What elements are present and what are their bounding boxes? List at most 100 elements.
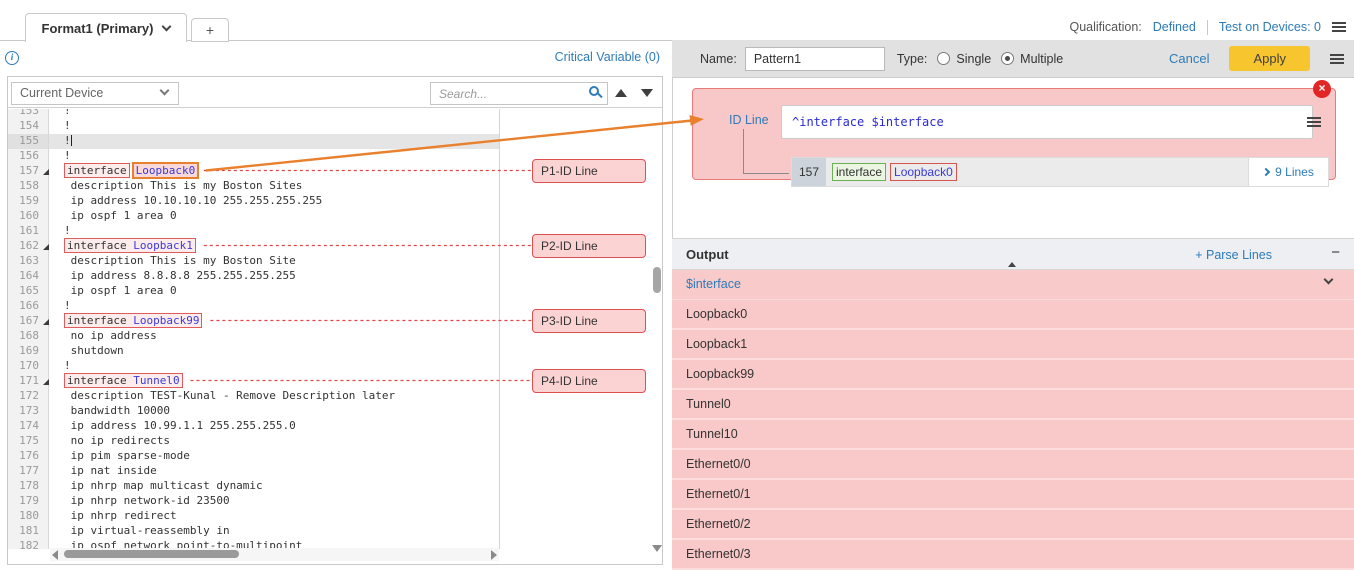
qualification-value-link[interactable]: Defined (1153, 20, 1196, 34)
output-variable-row[interactable]: $interface (672, 270, 1354, 300)
code-text: ip nhrp network-id 23500 (49, 494, 499, 509)
output-title: Output (686, 247, 729, 262)
line-number: 155 (8, 134, 49, 149)
code-text: ip address 10.10.10.10 255.255.255.255 (49, 194, 499, 209)
fold-marker-icon[interactable] (43, 244, 49, 250)
chevron-down-icon (160, 86, 170, 96)
code-text: ! (49, 149, 499, 164)
expression-menu-icon[interactable] (1307, 117, 1321, 127)
code-line[interactable]: 169 shutdown (8, 344, 662, 359)
value-chip: Loopback0 (890, 163, 957, 181)
device-selector[interactable]: Current Device (11, 82, 179, 105)
scroll-right-arrow[interactable] (491, 550, 497, 560)
output-value-row: Loopback99 (672, 360, 1354, 390)
search-icon[interactable] (589, 86, 599, 96)
code-line[interactable]: 165 ip ospf 1 area 0 (8, 284, 662, 299)
line-number: 164 (8, 269, 49, 284)
pattern-badge[interactable]: P2-ID Line (532, 234, 646, 258)
code-text: ! (49, 224, 499, 239)
code-line[interactable]: 174 ip address 10.99.1.1 255.255.255.0 (8, 419, 662, 434)
line-number: 178 (8, 479, 49, 494)
code-line[interactable]: 175 no ip redirects (8, 434, 662, 449)
code-line[interactable]: 176 ip pim sparse-mode (8, 449, 662, 464)
parse-lines-button[interactable]: + Parse Lines (1195, 248, 1272, 262)
code-text: ip ospf 1 area 0 (49, 284, 499, 299)
scroll-down-arrow[interactable] (652, 545, 662, 552)
id-line-expression-input[interactable]: ^interface $interface (781, 105, 1313, 139)
horizontal-scrollbar-thumb[interactable] (64, 550, 239, 558)
line-number: 167 (8, 314, 49, 329)
chevron-down-icon[interactable] (1324, 275, 1334, 285)
search-next-button[interactable] (641, 89, 653, 97)
code-line[interactable]: 177 ip nat inside (8, 464, 662, 479)
collapse-handle-icon[interactable] (1004, 245, 1020, 263)
radio-multiple-label[interactable]: Multiple (1020, 52, 1063, 66)
vertical-scrollbar-thumb[interactable] (653, 267, 661, 293)
pattern-badge[interactable]: P1-ID Line (532, 159, 646, 183)
pattern-badge[interactable]: P4-ID Line (532, 369, 646, 393)
code-line[interactable]: 164 ip address 8.8.8.8 255.255.255.255 (8, 269, 662, 284)
code-text: description This is my Boston Site (49, 254, 499, 269)
radio-single-label[interactable]: Single (956, 52, 991, 66)
expand-lines-link[interactable]: 9 Lines (1248, 158, 1328, 186)
test-on-devices-link[interactable]: Test on Devices: 0 (1219, 20, 1321, 34)
code-line[interactable]: 173 bandwidth 10000 (8, 404, 662, 419)
output-value-row: Tunnel10 (672, 420, 1354, 450)
chevron-down-icon[interactable] (162, 21, 172, 31)
menu-icon[interactable] (1330, 54, 1344, 64)
code-text: ! (49, 359, 499, 374)
code-line[interactable]: 153! (8, 109, 662, 119)
code-text: ip nhrp redirect (49, 509, 499, 524)
cancel-button[interactable]: Cancel (1169, 51, 1209, 66)
code-text: ip pim sparse-mode (49, 449, 499, 464)
line-number: 158 (8, 179, 49, 194)
selected-interface-token[interactable]: Loopback0 (132, 162, 200, 179)
line-number: 154 (8, 119, 49, 134)
fold-marker-icon[interactable] (43, 319, 49, 325)
pattern-toolbar: Name: Type: Single Multiple Cancel Apply (672, 40, 1354, 78)
matched-line-row[interactable]: 157 interface Loopback0 9 Lines (791, 157, 1329, 187)
line-number: 160 (8, 209, 49, 224)
line-number: 162 (8, 239, 49, 254)
code-line[interactable]: 179 ip nhrp network-id 23500 (8, 494, 662, 509)
critical-variable-link[interactable]: Critical Variable (0) (7, 50, 660, 64)
tab-format1[interactable]: Format1 (Primary) (25, 13, 187, 42)
add-tab-button[interactable]: + (191, 18, 229, 42)
code-line[interactable]: 180 ip nhrp redirect (8, 509, 662, 524)
search-input[interactable] (430, 82, 608, 105)
horizontal-scrollbar[interactable] (50, 548, 499, 561)
code-line[interactable]: 181 ip virtual-reassembly in (8, 524, 662, 539)
code-text: ! (49, 134, 499, 149)
radio-multiple[interactable] (1001, 52, 1014, 65)
code-text: ip nhrp map multicast dynamic (49, 479, 499, 494)
apply-button[interactable]: Apply (1229, 46, 1310, 71)
line-number: 180 (8, 509, 49, 524)
line-number: 169 (8, 344, 49, 359)
code-line[interactable]: 154! (8, 119, 662, 134)
line-number: 163 (8, 254, 49, 269)
pattern-badge[interactable]: P3-ID Line (532, 309, 646, 333)
code-text: interface Loopback99 (49, 314, 499, 329)
qualification-bar: Qualification: Defined Test on Devices: … (672, 0, 1354, 40)
menu-icon[interactable] (1332, 22, 1346, 32)
line-number: 161 (8, 224, 49, 239)
code-line[interactable]: 178 ip nhrp map multicast dynamic (8, 479, 662, 494)
code-text: no ip redirects (49, 434, 499, 449)
fold-marker-icon[interactable] (43, 379, 49, 385)
pattern-name-input[interactable] (745, 47, 885, 71)
code-text: description TEST-Kunal - Remove Descript… (49, 389, 499, 404)
search-prev-button[interactable] (615, 89, 627, 97)
code-line[interactable]: 159 ip address 10.10.10.10 255.255.255.2… (8, 194, 662, 209)
line-number: 157 (8, 164, 49, 179)
output-value-row: Ethernet0/0 (672, 450, 1354, 480)
code-line[interactable]: 160 ip ospf 1 area 0 (8, 209, 662, 224)
scroll-left-arrow[interactable] (52, 550, 58, 560)
fold-marker-icon[interactable] (43, 169, 49, 175)
radio-single[interactable] (937, 52, 950, 65)
code-text: description This is my Boston Sites (49, 179, 499, 194)
code-text: no ip address (49, 329, 499, 344)
code-line[interactable]: 155! (8, 134, 662, 149)
minimize-button[interactable]: − (1331, 244, 1340, 261)
line-number: 168 (8, 329, 49, 344)
close-icon[interactable]: × (1313, 80, 1331, 98)
